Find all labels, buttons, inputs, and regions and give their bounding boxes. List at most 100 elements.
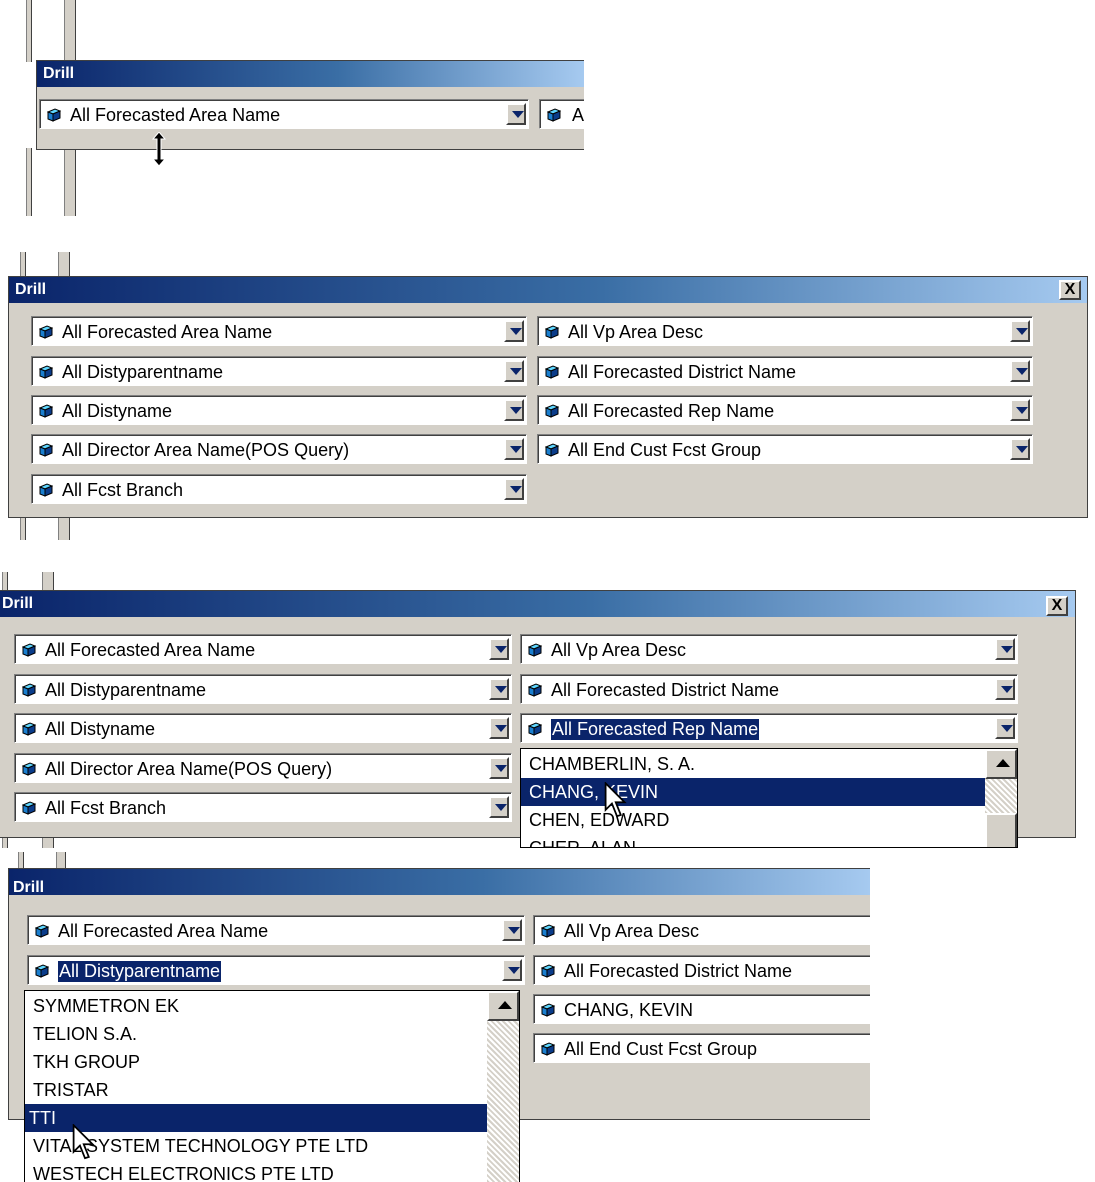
splitter-bar[interactable]: [26, 148, 32, 216]
dimension-combo[interactable]: All Forecasted District Name: [533, 955, 870, 985]
dimension-combo[interactable]: All Forecasted Area Name: [14, 634, 512, 664]
dimension-combo[interactable]: All Director Area Name(POS Query): [14, 753, 512, 783]
close-button[interactable]: X: [1046, 596, 1068, 616]
dropdown-arrow-button[interactable]: [489, 678, 509, 700]
splitter-bar[interactable]: [26, 0, 32, 62]
combo-label: All Director Area Name(POS Query): [45, 759, 333, 779]
dimension-combo[interactable]: All End Cust Fcst Group: [537, 434, 1033, 464]
dropdown-arrow-button[interactable]: [489, 796, 509, 818]
combo-label: All Fcst Branch: [45, 798, 167, 818]
scroll-thumb[interactable]: [985, 813, 1017, 847]
dimension-combo[interactable]: All Distyname: [14, 713, 512, 743]
dropdown-arrow-button[interactable]: [504, 438, 524, 460]
splitter-bar[interactable]: [56, 852, 66, 868]
combo-label: All Forecasted Rep Name: [568, 401, 775, 421]
combo-label: All Forecasted Area Name: [62, 322, 273, 342]
title-bar: Drill: [9, 869, 870, 896]
combo-label: All Forecasted Area Name: [45, 640, 256, 660]
cube-icon: [541, 1003, 555, 1017]
list-item[interactable]: TRISTAR: [29, 1076, 485, 1104]
cube-icon: [528, 722, 542, 736]
dimension-combo[interactable]: All Distyparentname: [14, 674, 512, 704]
dimension-combo[interactable]: All Forecasted District Name: [537, 356, 1033, 386]
dropdown-arrow-button[interactable]: [489, 717, 509, 739]
dimension-combo[interactable]: All Forecasted District Name: [520, 674, 1018, 704]
dimension-combo[interactable]: All Forecasted Area Name: [39, 99, 529, 129]
combo-label-selected: All Forecasted Rep Name: [551, 719, 760, 740]
list-item[interactable]: TELION S.A.: [29, 1020, 485, 1048]
dropdown-arrow-button[interactable]: [504, 360, 524, 382]
dropdown-arrow-button[interactable]: [489, 757, 509, 779]
dropdown-arrow-button[interactable]: [502, 919, 522, 941]
dimension-combo[interactable]: All Fcst Branch: [14, 792, 512, 822]
scrollbar[interactable]: [487, 991, 519, 1182]
cube-icon: [541, 924, 555, 938]
dimension-combo[interactable]: All Vp Area Desc: [520, 634, 1018, 664]
list-item-selected[interactable]: CHANG, KEVIN: [521, 778, 985, 806]
dialog-title: Drill: [15, 281, 47, 298]
combo-label: All Fcst Branch: [62, 480, 184, 500]
rep-name-dropdown-list[interactable]: CHAMBERLIN, S. A. CHANG, KEVIN CHEN, EDW…: [520, 748, 1018, 848]
list-item[interactable]: WESTECH ELECTRONICS PTE LTD: [29, 1160, 485, 1182]
dropdown-arrow-button[interactable]: [504, 399, 524, 421]
dimension-combo[interactable]: A: [539, 99, 584, 129]
splitter-bar[interactable]: [2, 572, 8, 592]
dropdown-arrow-button[interactable]: [995, 678, 1015, 700]
dropdown-arrow-button[interactable]: [1010, 360, 1030, 382]
combo-label: A: [572, 105, 584, 125]
dimension-combo[interactable]: All Forecasted Area Name: [27, 915, 525, 945]
dropdown-arrow-button[interactable]: [995, 717, 1015, 739]
scrollbar[interactable]: [985, 749, 1017, 847]
dimension-combo[interactable]: All Forecasted Rep Name: [537, 395, 1033, 425]
dropdown-arrow-button[interactable]: [489, 638, 509, 660]
splitter-bar[interactable]: [64, 148, 76, 216]
dimension-combo[interactable]: All Fcst Branch: [31, 474, 527, 504]
cube-icon: [39, 483, 53, 497]
splitter-bar[interactable]: [42, 572, 54, 592]
dropdown-arrow-button[interactable]: [504, 320, 524, 342]
combo-label: All End Cust Fcst Group: [568, 440, 762, 460]
combo-label: All Forecasted District Name: [564, 961, 793, 981]
list-item[interactable]: CHER, ALAN: [525, 834, 983, 847]
dimension-combo[interactable]: All Distyparentname: [27, 955, 525, 985]
dimension-combo[interactable]: All Vp Area Desc: [537, 316, 1033, 346]
dimension-combo[interactable]: All Forecasted Rep Name: [520, 713, 1018, 743]
dropdown-arrow-button[interactable]: [1010, 399, 1030, 421]
cube-icon: [22, 683, 36, 697]
cube-icon: [545, 325, 559, 339]
dimension-combo[interactable]: CHANG, KEVIN: [533, 994, 870, 1024]
scroll-up-button[interactable]: [487, 991, 519, 1021]
dimension-combo[interactable]: All Director Area Name(POS Query): [31, 434, 527, 464]
combo-label: All Vp Area Desc: [551, 640, 687, 660]
title-bar: Drill X: [9, 277, 1087, 303]
dimension-combo[interactable]: All End Cust Fcst Group: [533, 1033, 870, 1063]
combo-label: All Vp Area Desc: [564, 921, 700, 941]
dimension-combo[interactable]: All Forecasted Area Name: [31, 316, 527, 346]
dimension-combo[interactable]: All Vp Area Desc: [533, 915, 870, 945]
dropdown-arrow-button[interactable]: [1010, 320, 1030, 342]
pointer-cursor-icon: [604, 782, 627, 818]
splitter-bar[interactable]: [64, 0, 76, 62]
scroll-up-button[interactable]: [985, 749, 1017, 779]
dropdown-arrow-button[interactable]: [995, 638, 1015, 660]
combo-label: All Vp Area Desc: [568, 322, 704, 342]
cube-icon: [545, 443, 559, 457]
list-item[interactable]: TKH GROUP: [29, 1048, 485, 1076]
dialog-title: Drill: [43, 65, 75, 82]
list-item[interactable]: CHAMBERLIN, S. A.: [525, 750, 983, 778]
dropdown-arrow-button[interactable]: [502, 959, 522, 981]
dropdown-arrow-button[interactable]: [506, 103, 526, 125]
cube-icon: [528, 683, 542, 697]
title-bar: Drill X: [0, 591, 1075, 617]
splitter-bar[interactable]: [18, 852, 24, 868]
cube-icon: [39, 325, 53, 339]
dimension-combo[interactable]: All Distyparentname: [31, 356, 527, 386]
list-item[interactable]: SYMMETRON EK: [29, 992, 485, 1020]
list-item[interactable]: CHEN, EDWARD: [525, 806, 983, 834]
cube-icon: [541, 1042, 555, 1056]
dropdown-arrow-button[interactable]: [504, 478, 524, 500]
dropdown-arrow-button[interactable]: [1010, 438, 1030, 460]
cube-icon: [545, 365, 559, 379]
close-button[interactable]: X: [1059, 280, 1081, 300]
dimension-combo[interactable]: All Distyname: [31, 395, 527, 425]
